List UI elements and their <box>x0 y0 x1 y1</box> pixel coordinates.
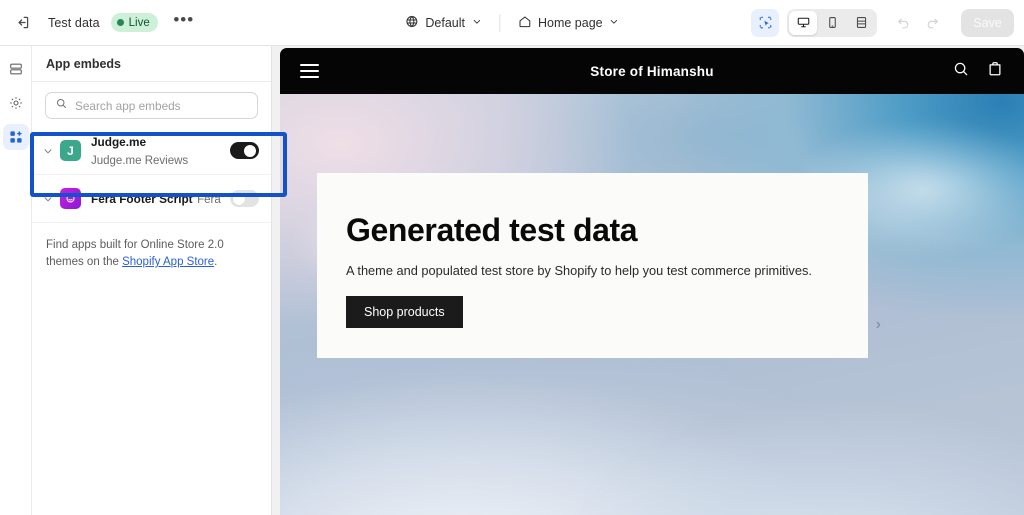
app-embed-row-fera[interactable]: Fera Footer Script Fera <box>32 175 271 223</box>
top-toolbar: Test data Live ••• Default Home page Sav… <box>0 0 1024 46</box>
device-preview-group <box>787 8 877 37</box>
device-desktop-button[interactable] <box>789 10 817 35</box>
app-embed-text: Judge.me Judge.me Reviews <box>87 133 224 169</box>
inspector-tool-icon[interactable] <box>751 8 779 37</box>
app-embed-subtitle: Judge.me Reviews <box>91 154 189 167</box>
storefront-header-actions <box>952 60 1004 83</box>
redo-icon[interactable] <box>919 9 947 37</box>
toolbar-center-group: Default Home page <box>397 9 626 37</box>
chevron-down-icon[interactable] <box>42 145 54 157</box>
snow-slope-shape <box>577 355 1024 515</box>
toolbar-right-group: Save <box>751 8 1014 37</box>
theme-editor: Test data Live ••• Default Home page Sav… <box>0 0 1024 515</box>
toolbar-divider <box>498 13 500 32</box>
status-dot <box>116 19 124 26</box>
left-rail <box>0 46 32 515</box>
rail-item-sections[interactable] <box>3 56 29 82</box>
app-embed-subtitle: Fera <box>197 193 221 206</box>
shopify-app-store-link[interactable]: Shopify App Store <box>122 256 214 268</box>
storefront-preview: Store of Himanshu › Generated test data … <box>280 48 1024 515</box>
status-badge: Live <box>110 13 158 32</box>
footer-text-line2: on the <box>86 256 123 268</box>
panel-footer-note: Find apps built for Online Store 2.0 the… <box>32 223 271 271</box>
theme-name: Test data <box>48 15 100 30</box>
chevron-down-icon[interactable] <box>42 193 54 205</box>
hero-paragraph: A theme and populated test store by Shop… <box>346 263 812 278</box>
search-box[interactable] <box>45 92 258 119</box>
app-embed-name: Fera Footer Script <box>91 191 193 206</box>
locale-selector[interactable]: Default <box>397 9 489 37</box>
app-embeds-panel: App embeds J Judge.me Judge.me Reviews <box>32 46 272 515</box>
judgeme-app-icon: J <box>60 140 81 161</box>
panel-header: App embeds <box>32 46 271 82</box>
rail-item-settings[interactable] <box>3 90 29 116</box>
search-input[interactable] <box>75 98 248 113</box>
app-embed-row-judgeme[interactable]: J Judge.me Judge.me Reviews <box>32 127 271 175</box>
rail-item-apps[interactable] <box>2 124 29 150</box>
exit-icon[interactable] <box>8 9 36 37</box>
app-embed-name: Judge.me <box>91 134 147 149</box>
chevron-down-icon <box>609 16 620 30</box>
app-embed-text: Fera Footer Script Fera <box>87 190 224 208</box>
hero-heading: Generated test data <box>346 212 638 248</box>
app-embed-toggle-fera[interactable] <box>230 190 259 207</box>
page-selector[interactable]: Home page <box>510 9 627 37</box>
storefront-header: Store of Himanshu <box>280 48 1024 94</box>
toggle-knob <box>244 144 256 157</box>
carousel-next-icon[interactable]: › <box>876 316 881 334</box>
hamburger-menu-icon[interactable] <box>300 64 319 78</box>
more-actions-icon[interactable]: ••• <box>170 9 198 37</box>
shop-products-button[interactable]: Shop products <box>346 296 463 328</box>
history-group <box>889 9 947 37</box>
device-mobile-button[interactable] <box>818 11 846 35</box>
toggle-knob <box>233 192 245 205</box>
app-embed-toggle-judgeme[interactable] <box>230 142 259 159</box>
page-title: App embeds <box>46 56 122 71</box>
toolbar-left-group: Test data Live ••• <box>0 9 198 37</box>
search-icon <box>55 97 68 115</box>
cart-icon[interactable] <box>986 60 1004 83</box>
status-badge-label: Live <box>128 16 150 29</box>
search-icon[interactable] <box>952 60 970 83</box>
locale-label: Default <box>425 15 465 30</box>
page-label: Home page <box>537 15 603 30</box>
footer-text-period: . <box>214 256 218 268</box>
fera-app-icon <box>60 188 81 209</box>
search-container <box>32 82 271 127</box>
hero-content-card: Generated test data A theme and populate… <box>317 173 868 358</box>
undo-icon[interactable] <box>889 9 917 37</box>
store-title: Store of Himanshu <box>590 63 714 79</box>
globe-icon <box>404 14 419 32</box>
home-icon <box>517 14 532 32</box>
chevron-down-icon <box>471 16 482 30</box>
save-button[interactable]: Save <box>961 8 1014 37</box>
device-fullscreen-button[interactable] <box>847 11 875 35</box>
